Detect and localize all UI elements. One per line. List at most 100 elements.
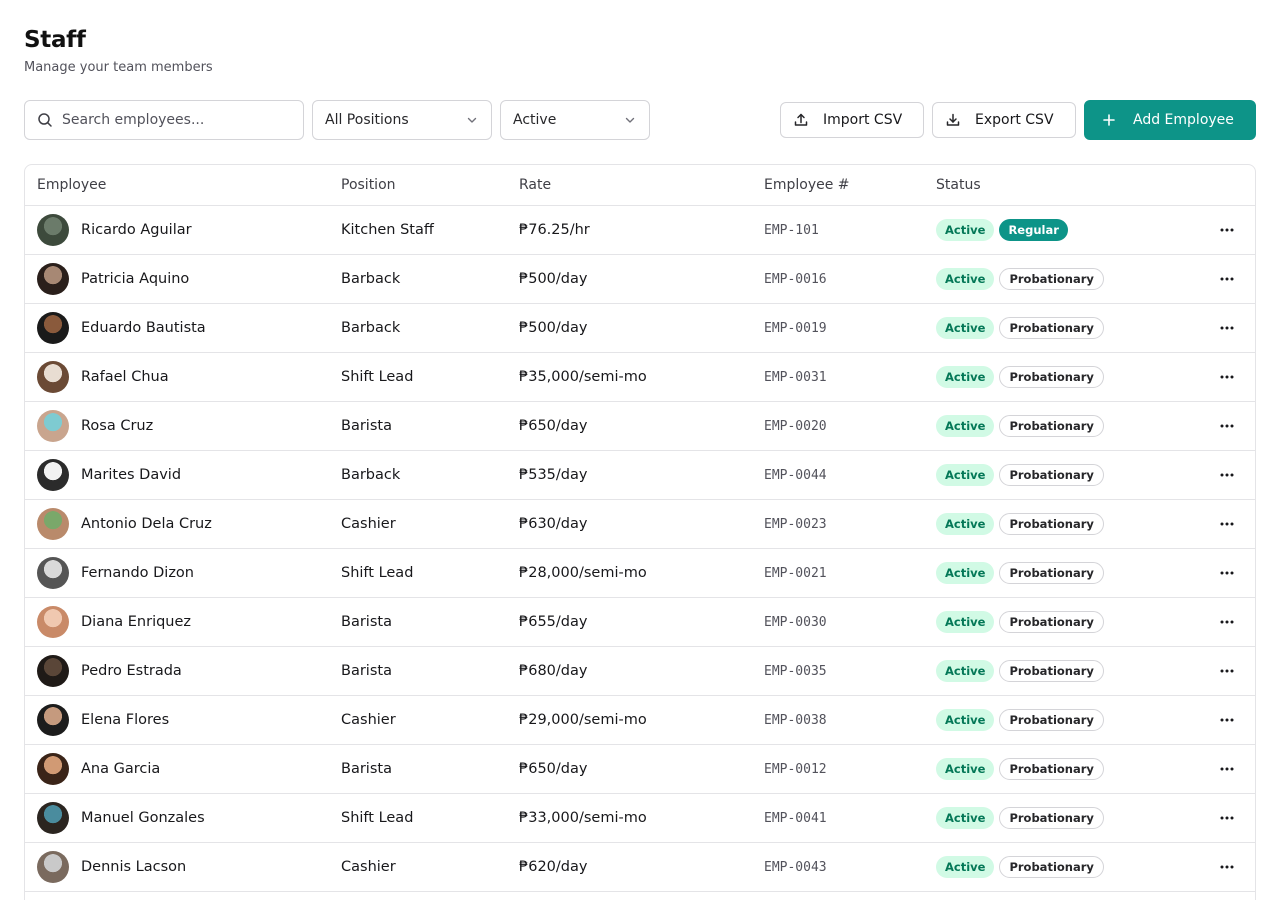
employee-name[interactable]: Diana Enriquez — [81, 614, 191, 630]
employee-cell: Elena Flores — [37, 696, 169, 744]
table-row[interactable]: Ana Garcia Barista ₱650/day EMP-0012 Active P… — [25, 745, 1255, 794]
table-row[interactable]: Diana Enriquez Barista ₱655/day EMP-0030 Act… — [25, 598, 1255, 647]
row-actions-button[interactable] — [1215, 353, 1239, 401]
employee-name[interactable]: Ana Garcia — [81, 761, 160, 777]
employment-type-badge: Probationary — [999, 856, 1104, 878]
row-actions-button[interactable] — [1215, 696, 1239, 744]
table-row[interactable]: Ricardo Aguilar Kitchen Staff ₱76.25/hr EMP… — [25, 206, 1255, 255]
status-badge: Active — [936, 807, 995, 829]
status-cell: Active Probationary — [936, 549, 1109, 597]
avatar — [37, 753, 69, 785]
table-row[interactable]: Dennis Lacson Cashier ₱620/day EMP-0043 Acti… — [25, 843, 1255, 892]
table-row[interactable]: Rafael Chua Shift Lead ₱35,000/semi-mo EMP-… — [25, 353, 1255, 402]
search-input[interactable] — [62, 112, 282, 128]
employee-cell: Ricardo Aguilar — [37, 206, 192, 254]
status-badge: Active — [936, 268, 995, 290]
employment-type-badge: Probationary — [999, 513, 1104, 535]
rate-cell: ₱500/day — [519, 271, 588, 287]
employee-name[interactable]: Rafael Chua — [81, 369, 169, 385]
table-row[interactable]: Rosa Cruz Barista ₱650/day EMP-0020 Active Pr… — [25, 402, 1255, 451]
status-badge: Active — [936, 415, 995, 437]
column-header-employee-number: Employee # — [764, 177, 850, 193]
status-filter-select[interactable]: Active — [500, 100, 650, 140]
position-cell: Barback — [341, 320, 401, 336]
table-row[interactable]: Fernando Dizon Shift Lead ₱28,000/semi-mo E… — [25, 549, 1255, 598]
rate-cell: ₱33,000/semi-mo — [519, 810, 647, 826]
employee-cell: Antonio Dela Cruz — [37, 500, 212, 548]
employee-name[interactable]: Eduardo Bautista — [81, 320, 206, 336]
row-actions-button[interactable] — [1215, 500, 1239, 548]
employee-cell: Fernando Dizon — [37, 549, 194, 597]
employee-name[interactable]: Pedro Estrada — [81, 663, 182, 679]
status-cell: Active Probationary — [936, 794, 1109, 842]
status-badge: Active — [936, 709, 995, 731]
position-filter-select[interactable]: All Positions — [312, 100, 492, 140]
avatar — [37, 704, 69, 736]
row-actions-button[interactable] — [1215, 304, 1239, 352]
table-header: Employee Position Rate Employee # Status — [25, 165, 1255, 206]
row-actions-button[interactable] — [1215, 598, 1239, 646]
employee-name[interactable]: Fernando Dizon — [81, 565, 194, 581]
table-row[interactable]: Manuel Gonzales Shift Lead ₱33,000/semi-mo… — [25, 794, 1255, 843]
employment-type-badge: Probationary — [999, 611, 1104, 633]
export-csv-button[interactable]: Export CSV — [932, 102, 1076, 138]
employment-type-badge: Probationary — [999, 660, 1104, 682]
employee-number-cell: EMP-0043 — [764, 859, 827, 875]
row-actions-button[interactable] — [1215, 206, 1239, 254]
row-actions-button[interactable] — [1215, 451, 1239, 499]
employee-name[interactable]: Antonio Dela Cruz — [81, 516, 212, 532]
position-cell: Barback — [341, 467, 401, 483]
employee-cell: Pedro Estrada — [37, 647, 182, 695]
row-actions-button[interactable] — [1215, 255, 1239, 303]
employee-name[interactable]: Patricia Aquino — [81, 271, 189, 287]
page-header: Staff Manage your team members — [24, 26, 213, 76]
employee-number-cell: EMP-0041 — [764, 810, 827, 826]
employee-name[interactable]: Manuel Gonzales — [81, 810, 205, 826]
row-actions-button[interactable] — [1215, 843, 1239, 891]
page-title: Staff — [24, 27, 86, 53]
table-row[interactable]: Elena Flores Cashier ₱29,000/semi-mo EMP-00… — [25, 696, 1255, 745]
import-csv-label: Import CSV — [823, 112, 903, 128]
employee-name[interactable]: Elena Flores — [81, 712, 169, 728]
rate-cell: ₱535/day — [519, 467, 588, 483]
row-actions-button[interactable] — [1215, 549, 1239, 597]
table-row[interactable]: Marites David Barback ₱535/day EMP-0044 Acti… — [25, 451, 1255, 500]
employee-cell: Rafael Chua — [37, 353, 169, 401]
employee-cell: Ana Garcia — [37, 745, 160, 793]
table-row[interactable]: Patricia Aquino Barback ₱500/day EMP-0016 Ac… — [25, 255, 1255, 304]
row-actions-button[interactable] — [1215, 745, 1239, 793]
employee-name[interactable]: Ricardo Aguilar — [81, 222, 192, 238]
employee-name[interactable]: Marites David — [81, 467, 181, 483]
table-row[interactable]: Eduardo Bautista Barback ₱500/day EMP-0019 A… — [25, 304, 1255, 353]
search-box[interactable] — [24, 100, 304, 140]
add-employee-button[interactable]: Add Employee — [1084, 100, 1256, 140]
avatar — [37, 508, 69, 540]
table-row[interactable]: Pedro Estrada Barista ₱680/day EMP-0035 Acti… — [25, 647, 1255, 696]
export-csv-label: Export CSV — [975, 112, 1054, 128]
avatar — [37, 459, 69, 491]
import-csv-button[interactable]: Import CSV — [780, 102, 924, 138]
employment-type-badge: Probationary — [999, 758, 1104, 780]
row-actions-button[interactable] — [1215, 402, 1239, 450]
employee-number-cell: EMP-0038 — [764, 712, 827, 728]
row-actions-button[interactable] — [1215, 647, 1239, 695]
status-badge: Active — [936, 513, 995, 535]
position-cell: Kitchen Staff — [341, 222, 434, 238]
row-actions-button[interactable] — [1215, 794, 1239, 842]
status-badge: Active — [936, 464, 995, 486]
status-badge: Active — [936, 366, 995, 388]
employee-name[interactable]: Rosa Cruz — [81, 418, 153, 434]
column-header-employee: Employee — [37, 177, 107, 193]
employee-number-cell: EMP-0021 — [764, 565, 827, 581]
employment-type-badge: Probationary — [999, 807, 1104, 829]
employee-number-cell: EMP-0016 — [764, 271, 827, 287]
employee-name[interactable]: Dennis Lacson — [81, 859, 186, 875]
avatar — [37, 361, 69, 393]
employee-number-cell: EMP-0012 — [764, 761, 827, 777]
more-horizontal-icon — [1220, 620, 1234, 624]
employment-type-badge: Regular — [999, 219, 1068, 241]
position-cell: Shift Lead — [341, 810, 414, 826]
status-badge: Active — [936, 219, 995, 241]
table-row[interactable]: Antonio Dela Cruz Cashier ₱630/day EMP-0023… — [25, 500, 1255, 549]
column-header-position: Position — [341, 177, 396, 193]
